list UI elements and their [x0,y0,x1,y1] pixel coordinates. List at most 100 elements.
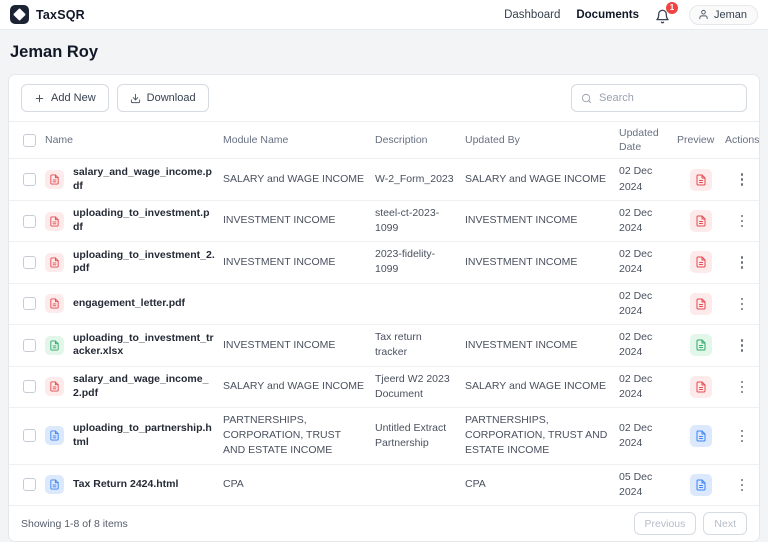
table-row: salary_and_wage_income.pdf SALARY and WA… [9,159,759,200]
download-button[interactable]: Download [117,84,209,112]
row-checkbox[interactable] [23,173,36,186]
pagination: Previous Next [634,512,747,535]
preview-button[interactable] [690,334,712,356]
file-text-icon [49,298,60,309]
file-text-icon [49,174,60,185]
kebab-menu-icon[interactable] [734,294,750,315]
preview-button[interactable] [690,474,712,496]
module-name: PARTNERSHIPS, CORPORATION, TRUST AND EST… [223,408,375,464]
nav-documents[interactable]: Documents [576,9,639,21]
page-title: Jeman Roy [0,30,768,74]
preview-button[interactable] [690,251,712,273]
search-input[interactable] [599,92,737,104]
user-menu-button[interactable]: Jeman [689,5,758,25]
file-text-icon [695,215,707,227]
brand-name: TaxSQR [36,8,85,22]
module-name [223,299,375,309]
download-icon [130,93,141,104]
file-name[interactable]: salary_and_wage_income_2.pdf [73,373,215,400]
file-name[interactable]: uploading_to_investment_tracker.xlsx [73,332,215,359]
preview-button[interactable] [690,425,712,447]
file-text-icon [49,340,60,351]
row-checkbox[interactable] [23,297,36,310]
preview-button[interactable] [690,169,712,191]
toolbar: Add New Download [9,75,759,121]
updated-by: CPA [465,472,619,497]
file-name[interactable]: engagement_letter.pdf [73,297,185,311]
description: Tax return tracker [375,325,465,365]
next-button[interactable]: Next [703,512,747,535]
description: Untitled Extract Partnership [375,416,465,456]
column-header: Module Name [223,129,375,151]
preview-button[interactable] [690,376,712,398]
kebab-menu-icon[interactable] [734,377,750,398]
nav-dashboard[interactable]: Dashboard [504,9,560,21]
table-row: uploading_to_investment.pdf INVESTMENT I… [9,201,759,242]
updated-date: 02 Dec 2024 [619,367,677,407]
file-type-icon [45,294,64,313]
top-bar: TaxSQR Dashboard Documents 1 Jeman [0,0,768,30]
file-text-icon [695,339,707,351]
row-checkbox[interactable] [23,478,36,491]
file-text-icon [49,257,60,268]
file-name[interactable]: uploading_to_investment_2.pdf [73,249,215,276]
module-name: SALARY and WAGE INCOME [223,167,375,192]
kebab-menu-icon[interactable] [734,426,750,447]
file-name[interactable]: uploading_to_partnership.html [73,422,215,449]
description: W-2_Form_2023 [375,167,465,192]
card-footer: Showing 1-8 of 8 items Previous Next [9,505,759,541]
kebab-menu-icon[interactable] [734,211,750,232]
updated-date: 05 Dec 2024 [619,465,677,505]
row-checkbox[interactable] [23,380,36,393]
search-icon [581,93,592,104]
diamond-icon [10,5,29,24]
updated-date: 02 Dec 2024 [619,284,677,324]
file-text-icon [695,479,707,491]
column-header: Actions [725,129,760,151]
previous-button[interactable]: Previous [634,512,697,535]
file-text-icon [695,256,707,268]
module-name: INVESTMENT INCOME [223,250,375,275]
plus-icon [34,93,45,104]
preview-button[interactable] [690,293,712,315]
add-new-button[interactable]: Add New [21,84,109,112]
kebab-menu-icon[interactable] [734,335,750,356]
updated-by: SALARY and WAGE INCOME [465,374,619,399]
file-name[interactable]: Tax Return 2424.html [73,478,178,492]
select-all-checkbox[interactable] [23,134,36,147]
column-header: Updated By [465,129,619,151]
file-name[interactable]: uploading_to_investment.pdf [73,207,215,234]
updated-date: 02 Dec 2024 [619,242,677,282]
file-text-icon [695,298,707,310]
items-summary: Showing 1-8 of 8 items [21,518,128,530]
brand-logo[interactable]: TaxSQR [10,5,85,24]
row-checkbox[interactable] [23,339,36,352]
file-type-icon [45,426,64,445]
file-text-icon [695,381,707,393]
updated-by: INVESTMENT INCOME [465,333,619,358]
file-text-icon [49,430,60,441]
file-name[interactable]: salary_and_wage_income.pdf [73,166,215,193]
notifications-button[interactable]: 1 [655,6,673,24]
updated-by: INVESTMENT INCOME [465,250,619,275]
person-icon [698,9,709,20]
row-checkbox[interactable] [23,256,36,269]
column-header: Description [375,129,465,151]
description: steel-ct-2023-1099 [375,201,465,241]
updated-date: 02 Dec 2024 [619,201,677,241]
updated-date: 02 Dec 2024 [619,159,677,199]
kebab-menu-icon[interactable] [734,252,750,273]
user-name: Jeman [714,9,747,21]
table-body: salary_and_wage_income.pdf SALARY and WA… [9,159,759,505]
table-row: salary_and_wage_income_2.pdf SALARY and … [9,367,759,408]
table-row: uploading_to_partnership.html PARTNERSHI… [9,408,759,465]
kebab-menu-icon[interactable] [734,169,750,190]
kebab-menu-icon[interactable] [734,475,750,496]
module-name: INVESTMENT INCOME [223,333,375,358]
preview-button[interactable] [690,210,712,232]
row-checkbox[interactable] [23,429,36,442]
updated-by: PARTNERSHIPS, CORPORATION, TRUST AND EST… [465,408,619,464]
file-text-icon [49,216,60,227]
file-type-icon [45,336,64,355]
row-checkbox[interactable] [23,215,36,228]
